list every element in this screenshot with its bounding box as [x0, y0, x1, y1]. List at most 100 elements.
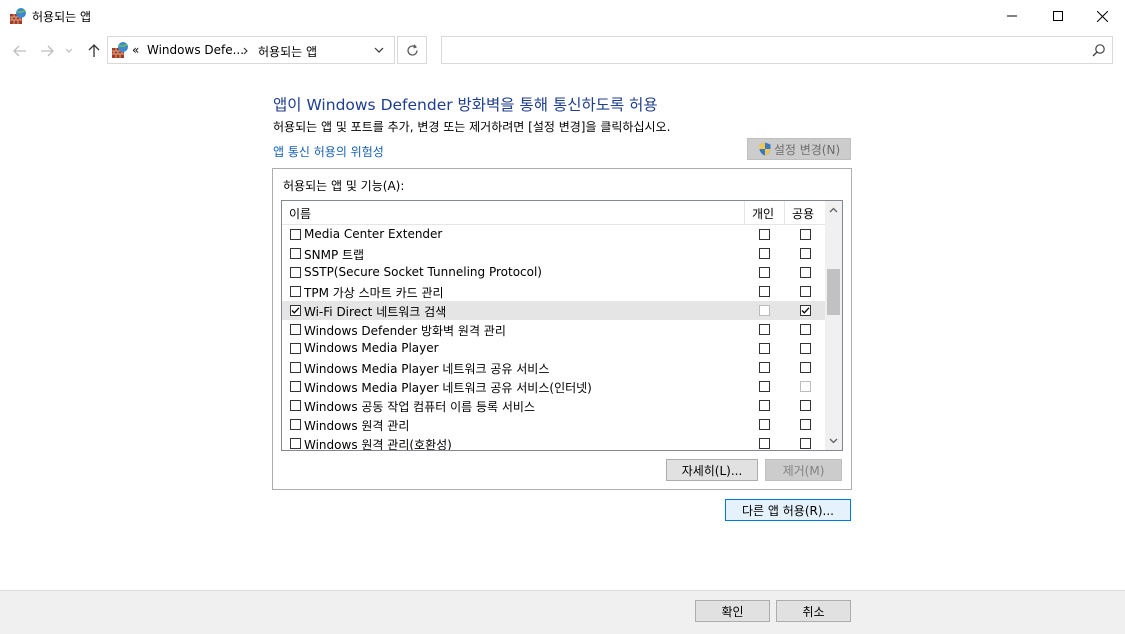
- ok-button[interactable]: 확인: [695, 600, 770, 622]
- list-item[interactable]: SNMP 트랩: [282, 244, 825, 263]
- list-item[interactable]: Windows Media Player: [282, 339, 825, 358]
- public-checkbox[interactable]: [800, 438, 811, 449]
- public-checkbox[interactable]: [800, 229, 811, 240]
- column-separator[interactable]: [744, 201, 745, 225]
- public-checkbox[interactable]: [800, 305, 811, 316]
- public-checkbox[interactable]: [800, 267, 811, 278]
- breadcrumb-windows-defender[interactable]: Windows Defe...: [147, 43, 244, 57]
- arrow-left-icon: [13, 45, 26, 57]
- list-item[interactable]: Wi-Fi Direct 네트워크 검색: [282, 301, 825, 320]
- remove-button[interactable]: 제거(M): [765, 459, 842, 481]
- list-item[interactable]: Windows Media Player 네트워크 공유 서비스: [282, 358, 825, 377]
- forward-button[interactable]: [38, 42, 56, 60]
- list-item[interactable]: Windows Defender 방화벽 원격 관리: [282, 320, 825, 339]
- footer-bar: [0, 590, 1125, 634]
- enable-checkbox[interactable]: [290, 381, 301, 392]
- private-checkbox[interactable]: [759, 400, 770, 411]
- app-name: Media Center Extender: [304, 227, 443, 241]
- app-name: Windows Media Player: [304, 341, 439, 355]
- chevron-down-icon[interactable]: [374, 47, 384, 54]
- private-checkbox[interactable]: [759, 381, 770, 392]
- app-name: Wi-Fi Direct 네트워크 검색: [304, 305, 447, 319]
- scroll-down-icon[interactable]: [828, 435, 839, 446]
- scrollbar-thumb[interactable]: [827, 269, 840, 315]
- private-checkbox[interactable]: [759, 419, 770, 430]
- enable-checkbox[interactable]: [290, 438, 301, 449]
- column-name[interactable]: 이름: [289, 205, 311, 222]
- private-checkbox[interactable]: [759, 229, 770, 240]
- cancel-button[interactable]: 취소: [776, 600, 851, 622]
- private-checkbox[interactable]: [759, 343, 770, 354]
- search-icon: [1092, 44, 1105, 57]
- scroll-up-icon[interactable]: [828, 205, 839, 216]
- title-bar: 허용되는 앱: [0, 0, 1125, 32]
- column-public[interactable]: 공용: [792, 205, 814, 222]
- public-checkbox[interactable]: [800, 419, 811, 430]
- enable-checkbox[interactable]: [290, 267, 301, 278]
- column-private[interactable]: 개인: [752, 205, 774, 222]
- public-checkbox[interactable]: [800, 343, 811, 354]
- list-item[interactable]: Windows 원격 관리(호환성): [282, 434, 825, 451]
- search-input[interactable]: [446, 40, 1076, 60]
- back-button[interactable]: [11, 42, 29, 60]
- enable-checkbox[interactable]: [290, 343, 301, 354]
- risk-link[interactable]: 앱 통신 허용의 위험성: [273, 143, 384, 160]
- page-instructions: 허용되는 앱 및 포트를 추가, 변경 또는 제거하려면 [설정 변경]을 클릭…: [273, 120, 671, 134]
- public-checkbox[interactable]: [800, 248, 811, 259]
- maximize-button[interactable]: [1035, 0, 1081, 32]
- allowed-apps-list[interactable]: 이름 개인 공용 Media Center Extender SNMP 트랩 SST…: [281, 200, 843, 451]
- private-checkbox[interactable]: [759, 324, 770, 335]
- change-settings-label: 설정 변경(N): [773, 142, 841, 157]
- enable-checkbox[interactable]: [290, 248, 301, 259]
- private-checkbox[interactable]: [759, 248, 770, 259]
- public-checkbox[interactable]: [800, 400, 811, 411]
- public-checkbox[interactable]: [800, 286, 811, 297]
- list-item[interactable]: Windows 공동 작업 컴퓨터 이름 등록 서비스: [282, 396, 825, 415]
- public-checkbox[interactable]: [800, 381, 811, 392]
- public-checkbox[interactable]: [800, 324, 811, 335]
- enable-checkbox[interactable]: [290, 286, 301, 297]
- allowed-apps-label: 허용되는 앱 및 기능(A):: [283, 179, 405, 193]
- app-name: Windows Defender 방화벽 원격 관리: [304, 324, 506, 338]
- address-overflow[interactable]: «: [132, 43, 139, 57]
- list-item[interactable]: Media Center Extender: [282, 225, 825, 244]
- minimize-button[interactable]: [989, 0, 1035, 32]
- enable-checkbox[interactable]: [290, 229, 301, 240]
- public-checkbox[interactable]: [800, 362, 811, 373]
- enable-checkbox[interactable]: [290, 362, 301, 373]
- private-checkbox[interactable]: [759, 438, 770, 449]
- address-bar[interactable]: « Windows Defe... 허용되는 앱: [107, 36, 395, 64]
- details-button[interactable]: 자세히(L)...: [666, 459, 758, 481]
- maximize-icon: [1053, 11, 1063, 21]
- allow-another-app-button[interactable]: 다른 앱 허용(R)...: [725, 499, 851, 521]
- private-checkbox[interactable]: [759, 267, 770, 278]
- private-checkbox[interactable]: [759, 305, 770, 316]
- list-scrollbar[interactable]: [825, 201, 842, 450]
- search-box[interactable]: [441, 36, 1113, 64]
- refresh-button[interactable]: [397, 36, 427, 64]
- app-name: Windows Media Player 네트워크 공유 서비스: [304, 362, 550, 376]
- enable-checkbox[interactable]: [290, 324, 301, 335]
- list-item[interactable]: Windows Media Player 네트워크 공유 서비스(인터넷): [282, 377, 825, 396]
- window-title: 허용되는 앱: [32, 10, 92, 24]
- private-checkbox[interactable]: [759, 362, 770, 373]
- chevron-down-icon: [65, 48, 73, 53]
- change-settings-button[interactable]: 설정 변경(N): [747, 138, 851, 160]
- enable-checkbox[interactable]: [290, 419, 301, 430]
- arrow-up-icon: [88, 44, 100, 57]
- enable-checkbox[interactable]: [290, 305, 301, 316]
- up-button[interactable]: [85, 42, 103, 60]
- breadcrumb-allowed-apps[interactable]: 허용되는 앱: [258, 43, 317, 60]
- column-separator[interactable]: [784, 201, 785, 225]
- enable-checkbox[interactable]: [290, 400, 301, 411]
- arrow-right-icon: [41, 45, 54, 57]
- list-item[interactable]: SSTP(Secure Socket Tunneling Protocol): [282, 263, 825, 282]
- firewall-app-icon: [112, 42, 128, 58]
- recent-locations-button[interactable]: [63, 42, 75, 60]
- app-name: Windows 원격 관리(호환성): [304, 438, 452, 451]
- private-checkbox[interactable]: [759, 286, 770, 297]
- list-item[interactable]: Windows 원격 관리: [282, 415, 825, 434]
- page-title: 앱이 Windows Defender 방화벽을 통해 통신하도록 허용: [273, 96, 658, 114]
- close-button[interactable]: [1079, 0, 1125, 32]
- list-item[interactable]: TPM 가상 스마트 카드 관리: [282, 282, 825, 301]
